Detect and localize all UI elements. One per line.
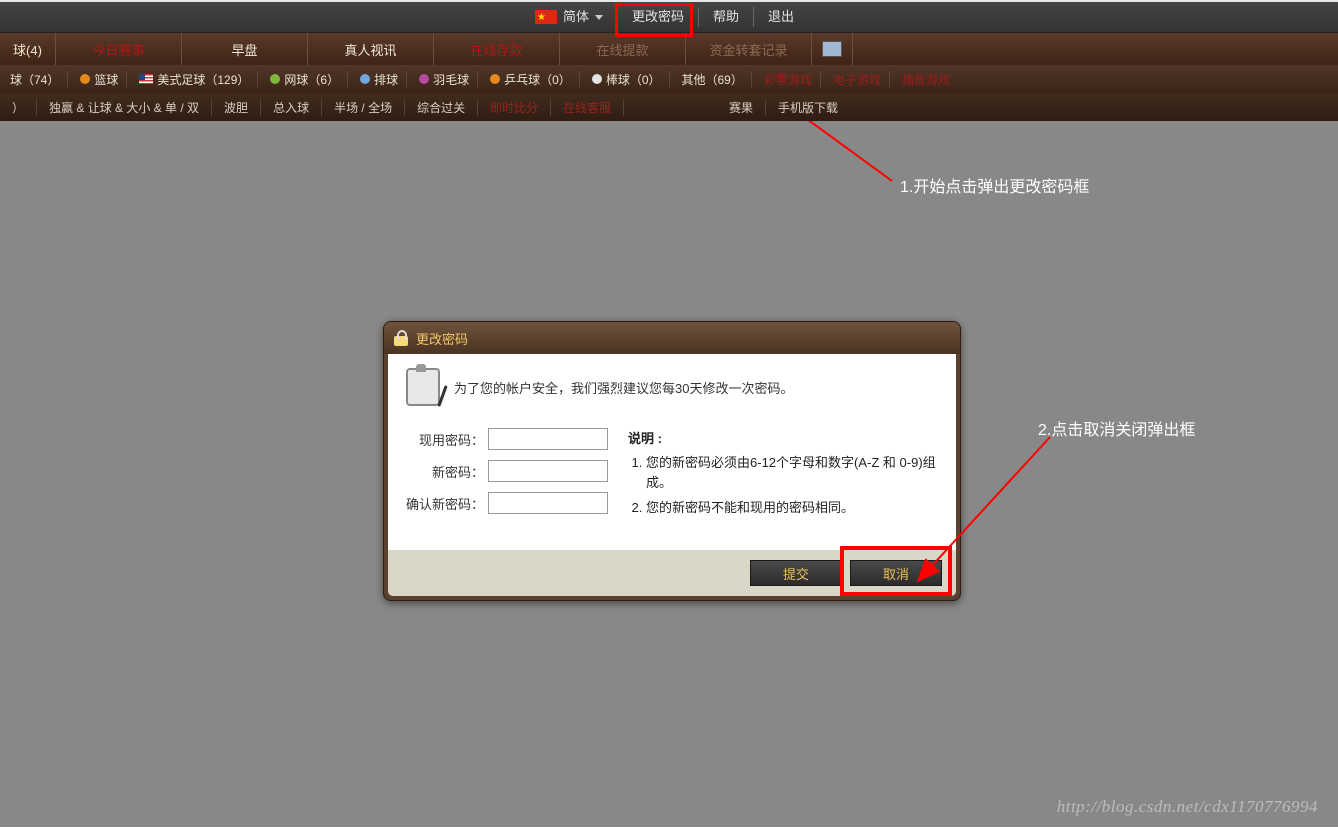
nav-transfer[interactable]: 资金转套记录 [686, 33, 812, 65]
nav-early[interactable]: 早盘 [182, 33, 308, 65]
filter-bar: ） 独赢 & 让球 & 大小 & 单 / 双 波胆 总入球 半场 / 全场 综合… [0, 93, 1338, 121]
input-new-pw[interactable] [488, 460, 608, 482]
monitor-icon [822, 41, 842, 57]
ball-icon [592, 74, 602, 84]
sport-tennis[interactable]: 网球（6） [262, 71, 348, 88]
filter-item[interactable]: 综合过关 [405, 99, 478, 116]
sport-usfootball[interactable]: 美式足球（129） [131, 71, 258, 88]
top-bar: 简体 更改密码 帮助 退出 [0, 0, 1338, 33]
nav-today[interactable]: 今日赛事 [56, 33, 182, 65]
annotation-text-1: 1.开始点击弹出更改密码框 [900, 173, 1089, 197]
label-confirm-pw: 确认新密码： [406, 494, 484, 513]
desc-item-1: 您的新密码必须由6-12个字母和数字(A-Z 和 0-9)组成。 [646, 453, 938, 492]
desc-item-2: 您的新密码不能和现用的密码相同。 [646, 498, 938, 518]
modal-header: 更改密码 [384, 322, 960, 354]
nav-monitor[interactable] [812, 33, 853, 65]
shuttle-icon [419, 74, 429, 84]
input-confirm-pw[interactable] [488, 492, 608, 514]
sport-item[interactable]: 球（74） [2, 71, 68, 88]
caret-down-icon [595, 15, 603, 20]
cancel-button[interactable]: 取消 [850, 560, 942, 586]
sport-fish[interactable]: 捕鱼游戏 [894, 71, 958, 88]
lock-icon [394, 330, 408, 346]
language-label: 简体 [563, 7, 589, 27]
filter-item[interactable]: 独赢 & 让球 & 大小 & 单 / 双 [37, 99, 212, 116]
content-area: 1.开始点击弹出更改密码框 2.点击取消关闭弹出框 更改密码 为了您的帐户安全，… [0, 121, 1338, 827]
sport-pingpong[interactable]: 乒乓球（0） [482, 71, 580, 88]
filter-item[interactable]: 在线客服 [551, 99, 624, 116]
sport-badminton[interactable]: 羽毛球 [411, 71, 478, 88]
language-switch[interactable]: 简体 [521, 7, 618, 27]
flag-cn-icon [535, 10, 557, 24]
nav-soccer[interactable]: 球(4) [0, 33, 56, 65]
filter-item[interactable]: 半场 / 全场 [322, 99, 405, 116]
filter-item[interactable]: 波胆 [212, 99, 261, 116]
form-fields: 现用密码： 新密码： 确认新密码： [406, 428, 608, 524]
submit-button[interactable]: 提交 [750, 560, 842, 586]
modal-body: 为了您的帐户安全，我们强烈建议您每30天修改一次密码。 现用密码： 新密码： 确… [388, 354, 956, 550]
sport-egame[interactable]: 电子游戏 [825, 71, 890, 88]
nav-deposit[interactable]: 在线存款 [434, 33, 560, 65]
intro-text: 为了您的帐户安全，我们强烈建议您每30天修改一次密码。 [454, 378, 793, 397]
filter-result[interactable]: 赛果 [717, 99, 766, 116]
filter-mobile[interactable]: 手机版下载 [766, 99, 1338, 116]
annotation-text-2: 2.点击取消关闭弹出框 [1038, 416, 1195, 440]
label-current-pw: 现用密码： [419, 430, 484, 449]
desc-title: 说明 : [628, 428, 938, 447]
ball-icon [270, 74, 280, 84]
ball-icon [360, 74, 370, 84]
watermark: http://blog.csdn.net/cdx1170776994 [1057, 797, 1318, 817]
modal-intro: 为了您的帐户安全，我们强烈建议您每30天修改一次密码。 [406, 368, 938, 406]
filter-item[interactable]: 即时比分 [478, 99, 551, 116]
ball-icon [490, 74, 500, 84]
sport-other[interactable]: 其他（69） [674, 71, 752, 88]
nav-live[interactable]: 真人视讯 [308, 33, 434, 65]
input-current-pw[interactable] [488, 428, 608, 450]
help-link[interactable]: 帮助 [699, 7, 754, 27]
sport-volley[interactable]: 排球 [352, 71, 407, 88]
main-nav: 球(4) 今日赛事 早盘 真人视讯 在线存款 在线提款 资金转套记录 [0, 33, 1338, 65]
nav-withdraw[interactable]: 在线提款 [560, 33, 686, 65]
change-password-modal: 更改密码 为了您的帐户安全，我们强烈建议您每30天修改一次密码。 现用密码： 新… [383, 321, 961, 601]
sport-basketball[interactable]: 篮球 [72, 71, 127, 88]
ball-icon [80, 74, 90, 84]
change-password-link[interactable]: 更改密码 [618, 7, 699, 27]
description: 说明 : 您的新密码必须由6-12个字母和数字(A-Z 和 0-9)组成。 您的… [628, 428, 938, 524]
modal-footer: 提交 取消 [388, 550, 956, 596]
logout-link[interactable]: 退出 [754, 7, 808, 27]
us-flag-icon [139, 74, 153, 84]
filter-item[interactable]: ） [0, 99, 37, 116]
sports-bar: 球（74） 篮球 美式足球（129） 网球（6） 排球 羽毛球 乒乓球（0） 棒… [0, 65, 1338, 93]
filter-item[interactable]: 总入球 [261, 99, 322, 116]
modal-title: 更改密码 [416, 329, 468, 348]
label-new-pw: 新密码： [432, 462, 484, 481]
sport-baseball[interactable]: 棒球（0） [584, 71, 670, 88]
clipboard-icon [406, 368, 440, 406]
sport-lottery[interactable]: 彩票游戏 [756, 71, 821, 88]
